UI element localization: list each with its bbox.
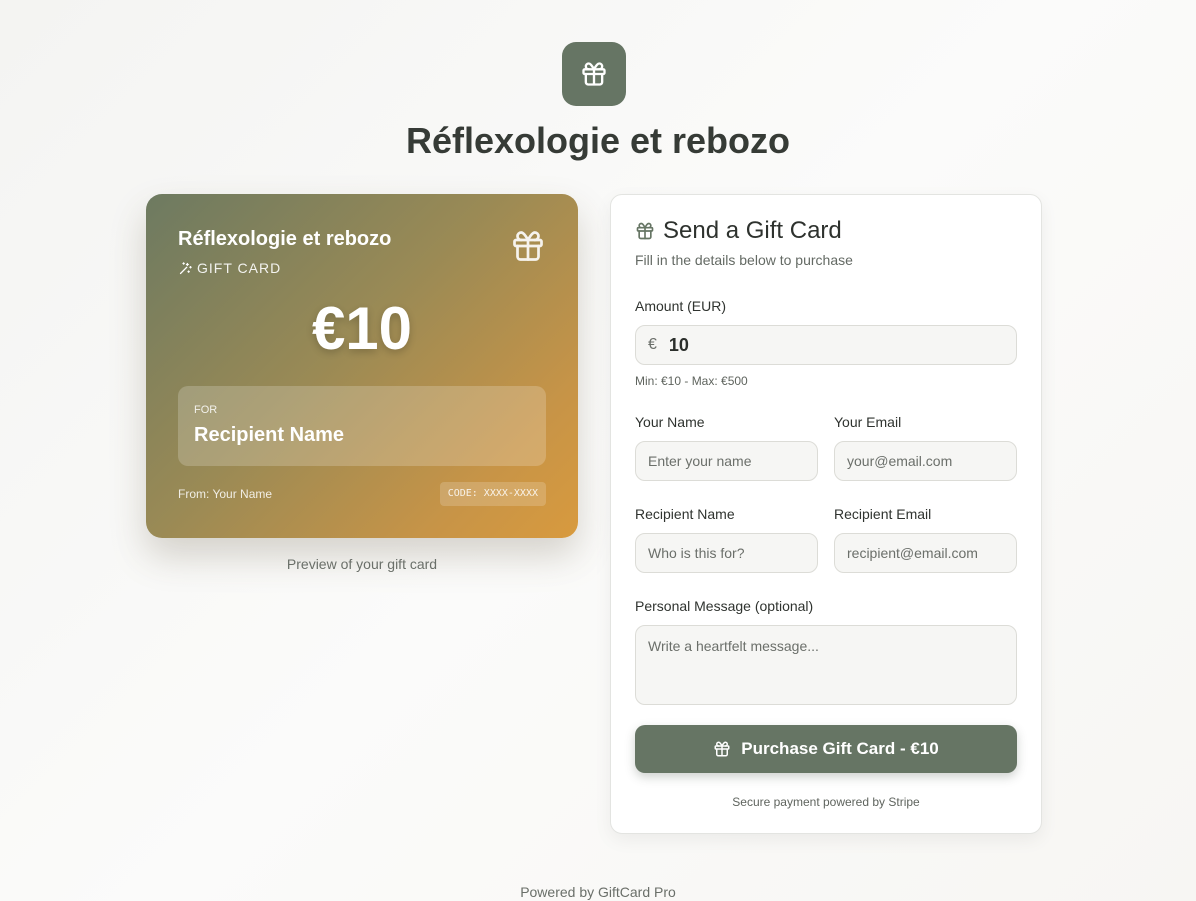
card-for-label: FOR (194, 404, 218, 416)
card-business-name: Réflexologie et rebozo (178, 228, 392, 250)
card-type-label: GIFT CARD (178, 260, 281, 276)
recipient-name-input[interactable]: Who is this for? (635, 533, 818, 573)
gift-icon (714, 741, 730, 757)
form-title-text: Send a Gift Card (663, 217, 842, 244)
recipient-name-label: Recipient Name (635, 506, 735, 522)
amount-input[interactable]: € 10 (635, 325, 1017, 365)
page-title: Réflexologie et rebozo (405, 120, 791, 161)
your-email-label: Your Email (834, 414, 902, 430)
secure-payment-note: Secure payment powered by Stripe (732, 795, 920, 809)
card-amount: €10 (311, 295, 413, 362)
card-recipient-box: FOR Recipient Name (178, 386, 546, 466)
message-textarea[interactable]: Write a heartfelt message... (635, 625, 1017, 705)
your-email-input[interactable]: your@email.com (834, 441, 1017, 481)
card-gift-icon (513, 231, 543, 261)
gift-card-preview: Réflexologie et rebozo GIFT CARD €10 FOR… (146, 194, 578, 538)
card-code: CODE: XXXX-XXXX (439, 482, 546, 506)
recipient-email-input[interactable]: recipient@email.com (834, 533, 1017, 573)
brand-logo (562, 42, 626, 106)
your-name-input[interactable]: Enter your name (635, 441, 818, 481)
preview-caption: Preview of your gift card (286, 556, 438, 572)
recipient-email-label: Recipient Email (834, 506, 932, 522)
currency-symbol: € (648, 336, 657, 353)
amount-value: 10 (668, 334, 689, 355)
message-label: Personal Message (optional) (635, 598, 814, 614)
purchase-button[interactable]: Purchase Gift Card - €10 (635, 725, 1017, 773)
card-type-text: GIFT CARD (197, 260, 282, 276)
footer-powered-by: Powered by GiftCard Pro (520, 884, 676, 900)
form-title: Send a Gift Card (635, 217, 842, 245)
purchase-button-label: Purchase Gift Card - €10 (741, 739, 939, 758)
sparkles-icon (179, 261, 192, 274)
amount-label: Amount (EUR) (635, 298, 727, 314)
card-recipient-name: Recipient Name (194, 424, 345, 446)
gift-icon (582, 62, 606, 86)
amount-hint: Min: €10 - Max: €500 (635, 374, 748, 388)
gift-card-form: Send a Gift Card Fill in the details bel… (610, 194, 1042, 834)
your-name-label: Your Name (635, 414, 705, 430)
card-from-text: From: Your Name (178, 487, 273, 501)
form-subtitle: Fill in the details below to purchase (635, 252, 853, 268)
gift-icon (636, 222, 654, 240)
